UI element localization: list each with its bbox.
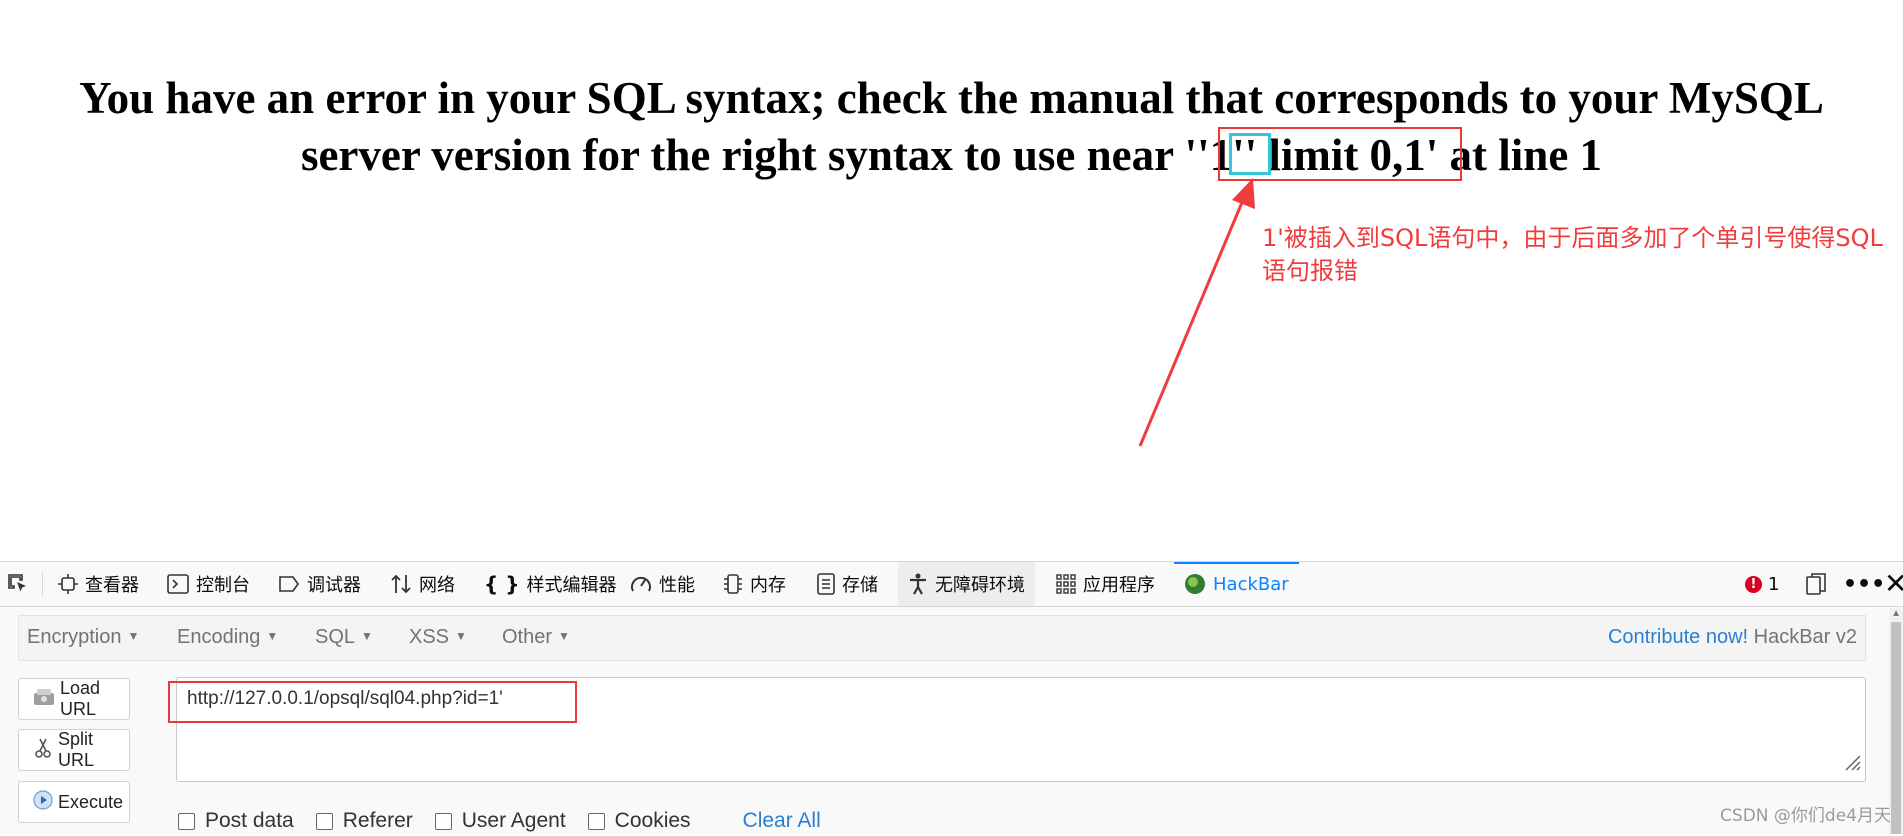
- request-options: Post data Referer User Agent Cookies Cle…: [178, 806, 821, 836]
- more-options-icon: •••: [1843, 571, 1886, 597]
- annotation-value-highlight: [1229, 133, 1271, 175]
- close-icon: ✕: [1884, 567, 1903, 600]
- chevron-down-icon: ▼: [266, 629, 279, 643]
- performance-icon: [630, 574, 652, 594]
- network-icon: [390, 573, 412, 595]
- tab-label: 无障碍环境: [935, 575, 1025, 596]
- tab-inspector[interactable]: 查看器: [58, 562, 139, 606]
- tab-hackbar[interactable]: HackBar: [1174, 562, 1299, 606]
- application-icon: [1056, 574, 1076, 594]
- element-picker-icon: [6, 572, 30, 596]
- sql-error-message: You have an error in your SQL syntax; ch…: [0, 70, 1903, 184]
- devtools-toolbar: 查看器 控制台 调试器 网络 { } 样式编辑器 性能 内存 存储 无障碍环境 …: [0, 562, 1903, 607]
- split-url-button[interactable]: Split URL: [18, 729, 130, 771]
- tab-label: 调试器: [307, 575, 361, 596]
- scissors-icon: [33, 737, 53, 764]
- hackbar-version: HackBar v2: [1753, 626, 1857, 648]
- url-annotation-box: [168, 681, 577, 723]
- split-url-label: Split URL: [58, 729, 95, 770]
- chevron-down-icon: ▼: [361, 629, 373, 643]
- hackbar-menu-bar: Encryption ▼ Encoding ▼ SQL ▼ XSS ▼ Other ▼ C…: [18, 615, 1866, 661]
- dock-button[interactable]: [1806, 562, 1826, 606]
- scroll-up-icon[interactable]: ▲: [1891, 608, 1901, 619]
- style-editor-icon: { }: [484, 572, 520, 596]
- tab-label: 控制台: [196, 575, 250, 596]
- close-devtools-button[interactable]: ✕: [1884, 562, 1903, 606]
- load-url-label: Load URL: [60, 678, 101, 719]
- hackbar-icon: [1184, 573, 1206, 595]
- tab-memory[interactable]: 内存: [723, 562, 786, 606]
- error-icon: !: [1745, 575, 1762, 593]
- annotation-note: 1'被插入到SQL语句中，由于后面多加了个单引号使得SQL语句报错: [1262, 224, 1883, 285]
- user-agent-checkbox[interactable]: User Agent: [434, 809, 566, 833]
- load-url-icon: [33, 688, 55, 711]
- chevron-down-icon: ▼: [127, 629, 140, 643]
- console-icon: [167, 574, 189, 594]
- sql-error-line-1: You have an error in your SQL syntax; ch…: [79, 73, 1824, 123]
- clear-all-link[interactable]: Clear All: [743, 809, 821, 833]
- tab-label: 应用程序: [1083, 575, 1155, 596]
- scrollbar-thumb[interactable]: [1891, 622, 1901, 834]
- execute-label: Execute: [58, 791, 124, 812]
- referer-checkbox[interactable]: Referer: [315, 809, 413, 833]
- element-picker-button[interactable]: [6, 562, 30, 606]
- menu-encryption[interactable]: Encryption ▼: [27, 626, 139, 649]
- tab-debugger[interactable]: 调试器: [278, 562, 361, 606]
- contribute-link[interactable]: Contribute now!: [1608, 626, 1748, 648]
- tab-performance[interactable]: 性能: [630, 562, 695, 606]
- tab-accessibility[interactable]: 无障碍环境: [898, 562, 1035, 606]
- chevron-down-icon: ▼: [455, 629, 467, 643]
- tab-label: 网络: [419, 575, 455, 596]
- tab-label: 样式编辑器: [526, 575, 617, 596]
- tab-label: 存储: [842, 575, 878, 596]
- resize-grip-icon[interactable]: [1843, 753, 1861, 777]
- tab-application[interactable]: 应用程序: [1056, 562, 1155, 606]
- menu-sql[interactable]: SQL ▼: [315, 626, 373, 649]
- memory-icon: [723, 573, 743, 595]
- error-count: 1: [1768, 573, 1780, 595]
- tab-label: 查看器: [85, 575, 139, 596]
- tab-label: 性能: [659, 575, 695, 596]
- sql-error-line-2: server version for the right syntax to u…: [300, 130, 1603, 180]
- chevron-down-icon: ▼: [558, 629, 570, 643]
- checkbox-box[interactable]: [434, 812, 452, 830]
- checkbox-box[interactable]: [178, 812, 195, 830]
- play-icon: [33, 789, 53, 815]
- inspector-icon: [58, 574, 78, 594]
- tab-style-editor[interactable]: { } 样式编辑器: [484, 562, 616, 606]
- watermark: CSDN @你们de4月天: [1720, 806, 1891, 826]
- menu-encoding[interactable]: Encoding ▼: [177, 626, 278, 649]
- post-data-checkbox[interactable]: Post data: [178, 809, 294, 833]
- tab-label: HackBar: [1213, 573, 1289, 595]
- menu-xss[interactable]: XSS ▼: [409, 626, 467, 649]
- devtools-panel: 查看器 控制台 调试器 网络 { } 样式编辑器 性能 内存 存储 无障碍环境 …: [0, 561, 1903, 834]
- cookies-checkbox[interactable]: Cookies: [587, 809, 691, 833]
- more-options-button[interactable]: •••: [1843, 562, 1885, 606]
- execute-button[interactable]: Execute: [18, 781, 130, 823]
- tab-console[interactable]: 控制台: [167, 562, 250, 606]
- contribute-area: Contribute now! HackBar v2: [1608, 626, 1857, 649]
- debugger-icon: [278, 575, 300, 593]
- tab-label: 内存: [750, 575, 786, 596]
- storage-icon: [817, 573, 835, 595]
- tab-network[interactable]: 网络: [390, 562, 455, 606]
- tab-storage[interactable]: 存储: [817, 562, 878, 606]
- accessibility-icon: [908, 573, 928, 595]
- error-count-badge[interactable]: ! 1: [1745, 562, 1779, 606]
- menu-other[interactable]: Other ▼: [502, 626, 570, 649]
- dock-icon: [1806, 573, 1826, 595]
- load-url-button[interactable]: Load URL: [18, 678, 130, 720]
- checkbox-box[interactable]: [315, 812, 333, 830]
- checkbox-box[interactable]: [587, 812, 605, 830]
